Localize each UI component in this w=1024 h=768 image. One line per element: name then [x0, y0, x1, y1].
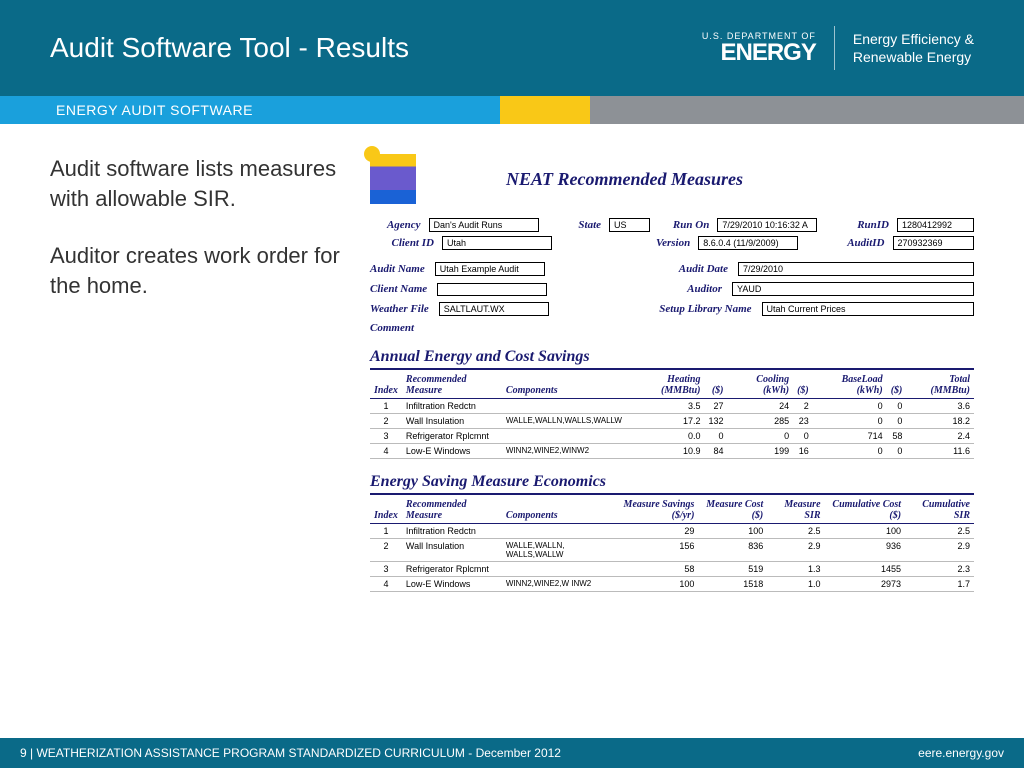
content: Audit software lists measures with allow…	[0, 124, 1024, 592]
ribbon-text: ENERGY AUDIT SOFTWARE	[0, 96, 500, 124]
wap-logo-icon	[370, 154, 416, 204]
body-p1: Audit software lists measures with allow…	[50, 154, 340, 213]
meta-row-4: Client Name Auditor YAUD	[370, 282, 974, 296]
table-row: 4Low-E WindowsWINN2,WINE2,WINW210.984199…	[370, 444, 974, 459]
body-text: Audit software lists measures with allow…	[50, 154, 340, 592]
doe-logo-block: U.S. DEPARTMENT OF ENERGY Energy Efficie…	[702, 26, 974, 70]
page-title: Audit Software Tool - Results	[50, 32, 702, 64]
meta-row-2: Client ID Utah Version 8.6.0.4 (11/9/200…	[370, 236, 974, 250]
doe-big-text: ENERGY	[702, 41, 816, 65]
report-title: NEAT Recommended Measures	[506, 169, 743, 190]
footer: 9 | WEATHERIZATION ASSISTANCE PROGRAM ST…	[0, 738, 1024, 768]
slide-header: Audit Software Tool - Results U.S. DEPAR…	[0, 0, 1024, 96]
meta-row-3: Audit Name Utah Example Audit Audit Date…	[370, 262, 974, 276]
ribbon: ENERGY AUDIT SOFTWARE	[0, 96, 1024, 124]
footer-left: 9 | WEATHERIZATION ASSISTANCE PROGRAM ST…	[20, 746, 561, 760]
meta-row-1: Agency Dan's Audit Runs State US Run On …	[370, 218, 974, 232]
table-row: 4Low-E WindowsWINN2,WINE2,W INW210015181…	[370, 577, 974, 592]
table-row: 2Wall InsulationWALLE,WALLN,WALLS,WALLW1…	[370, 414, 974, 429]
footer-right: eere.energy.gov	[918, 746, 1004, 760]
ribbon-yellow	[500, 96, 590, 124]
table-row: 3Refrigerator Rplcmnt0.0000714582.4	[370, 429, 974, 444]
table-row: 2Wall InsulationWALLE,WALLN, WALLS,WALLW…	[370, 539, 974, 562]
meta-row-5: Weather File SALTLAUT.WX Setup Library N…	[370, 302, 974, 316]
meta-row-6: Comment	[370, 322, 974, 334]
section-economics: Energy Saving Measure Economics IndexRec…	[370, 473, 974, 592]
divider	[834, 26, 835, 70]
section-savings: Annual Energy and Cost Savings IndexReco…	[370, 348, 974, 459]
table-row: 1Infiltration Redctn291002.51002.5	[370, 524, 974, 539]
table-row: 1Infiltration Redctn3.527242003.6	[370, 399, 974, 414]
table-row: 3Refrigerator Rplcmnt585191.314552.3	[370, 562, 974, 577]
ribbon-gray	[590, 96, 1024, 124]
body-p2: Auditor creates work order for the home.	[50, 241, 340, 300]
report: NEAT Recommended Measures Agency Dan's A…	[370, 154, 974, 592]
savings-table: IndexRecommended MeasureComponentsHeatin…	[370, 372, 974, 459]
economics-table: IndexRecommended MeasureComponentsMeasur…	[370, 497, 974, 592]
eere-text: Energy Efficiency & Renewable Energy	[853, 30, 974, 66]
